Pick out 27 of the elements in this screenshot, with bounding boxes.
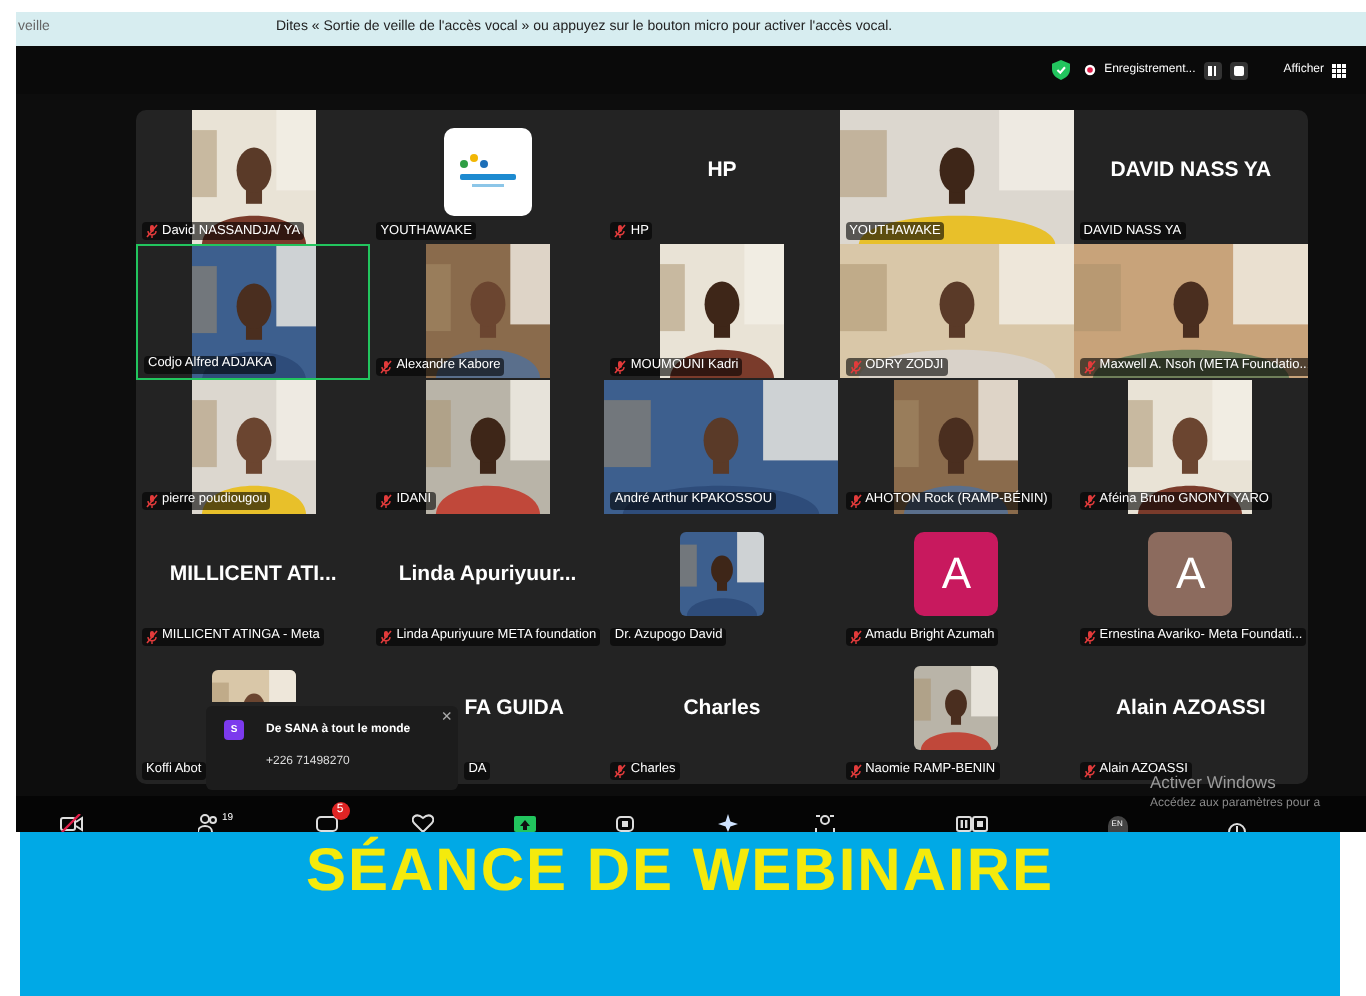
avatar: A	[1148, 531, 1233, 616]
chat-icon[interactable]	[315, 816, 338, 832]
recording-dot-icon	[1084, 64, 1097, 76]
pause-recording-button[interactable]	[1203, 61, 1222, 79]
heart-icon[interactable]	[411, 814, 434, 832]
avatar: A	[914, 531, 999, 616]
shield-icon	[1052, 60, 1071, 80]
pause-stop-icon[interactable]	[955, 816, 988, 832]
close-button[interactable]: ×	[441, 708, 452, 726]
stop-recording-button[interactable]	[1229, 61, 1248, 79]
participant-name-title: MILLICENT ATI...	[169, 560, 337, 591]
grid-icon[interactable]	[1332, 63, 1346, 77]
sparkle-icon[interactable]	[717, 814, 738, 832]
participants-icon[interactable]	[198, 814, 218, 832]
participant-name-title: Alain AZOASSI	[1115, 694, 1266, 725]
participant-name-title: DAVID NASS YA	[1110, 155, 1272, 186]
banner-title: SÉANCE DE WEBINAIRE	[305, 838, 1055, 906]
share-screen-icon[interactable]	[513, 816, 536, 832]
participant-name-title: HP	[707, 155, 737, 186]
participant-name-title: Linda Apuriyuur...	[398, 560, 577, 591]
apps-icon[interactable]	[615, 816, 634, 832]
info-icon[interactable]	[1227, 822, 1246, 832]
participant-name-title: Charles	[683, 694, 761, 725]
windows-activation-title: Activer Windows	[1150, 774, 1278, 791]
participant-name-title: FA GUIDA	[464, 694, 564, 725]
video-off-icon[interactable]	[60, 814, 84, 832]
person-frame-icon[interactable]	[813, 814, 836, 832]
